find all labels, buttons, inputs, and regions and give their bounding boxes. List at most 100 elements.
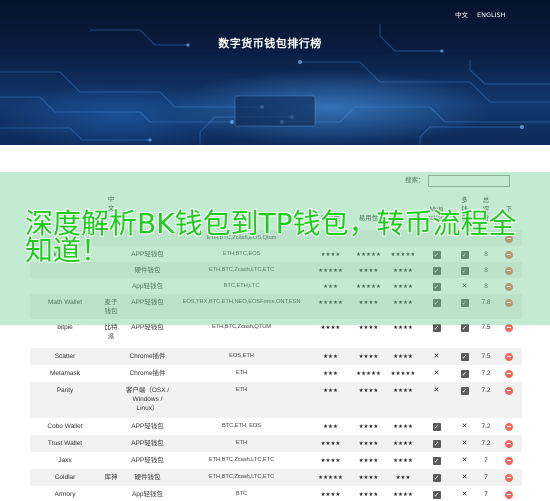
download-cell xyxy=(496,452,522,469)
rating-3: ★★★★ xyxy=(393,441,413,447)
cross-icon: ✕ xyxy=(461,490,468,498)
wallet-chinese-name-cell: 库神 xyxy=(100,469,122,486)
lang-switch-chinese[interactable]: 中文 xyxy=(455,11,468,19)
download-icon[interactable] xyxy=(505,422,513,431)
wallet-type-cell: APP轻钱包 xyxy=(122,452,173,469)
rating-3: ★★★★ xyxy=(393,492,413,498)
wallet-type-cell: Chrome插件 xyxy=(122,348,173,365)
download-icon[interactable] xyxy=(505,456,513,465)
supported-coins-cell: ETH,BTC,Zcash,LTC,ETC xyxy=(173,469,310,486)
wallet-type: APP轻钱包 xyxy=(131,423,164,430)
cross-icon: ✕ xyxy=(461,456,468,464)
cross-icon: ✕ xyxy=(461,439,468,447)
security-rating: ★★★ xyxy=(323,388,338,394)
wallet-name: Coldlar xyxy=(54,474,76,481)
supported-coins: BTC xyxy=(235,491,248,497)
promo-headline-line: 知道！ xyxy=(25,234,110,267)
rating-3-cell: ★★★★ xyxy=(386,452,420,469)
rating-3: ★★★★ xyxy=(393,388,413,394)
security-rating: ★★★★ xyxy=(320,441,341,447)
multi-wallet-cell: ✕ xyxy=(453,486,476,501)
supported-coins: ETH xyxy=(235,370,248,376)
download-cell xyxy=(496,348,522,365)
supported-coins-cell: BTC,ETH, EOS xyxy=(173,418,310,435)
supported-coins-cell: BTC xyxy=(173,486,310,501)
lang-switch-english[interactable]: ENGLISH xyxy=(477,11,506,19)
wallet-name-cell: Trust Wallet xyxy=(30,435,100,452)
usability-rating-cell: ★★★★ xyxy=(351,469,386,486)
total-score-cell: 7 xyxy=(476,469,496,486)
multi-token-cell: ✕ xyxy=(420,348,453,365)
security-rating-cell: ★★★ xyxy=(310,382,351,418)
supported-coins: ETH xyxy=(235,387,248,393)
wallet-type-cell: 客户端（OSX / Windows / Linux） xyxy=(122,382,173,418)
multi-wallet-cell: ✓ xyxy=(453,382,476,418)
multi-token-cell: ✓ xyxy=(420,469,453,486)
download-icon[interactable] xyxy=(505,369,513,378)
usability-rating: ★★★★★ xyxy=(356,371,381,377)
supported-coins: ETH xyxy=(235,440,248,446)
wallet-type: 硬件钱包 xyxy=(134,474,161,481)
rating-3: ★★★ xyxy=(395,475,411,481)
usability-rating-cell: ★★★★ xyxy=(351,452,386,469)
multi-token-cell: ✕ xyxy=(420,365,453,382)
hero-banner: 中文 ENGLISH 数字货币钱包排行榜 xyxy=(0,0,550,145)
wallet-type-cell: App轻钱包 xyxy=(122,486,173,501)
security-rating-cell: ★★★★ xyxy=(310,435,351,452)
download-icon[interactable] xyxy=(505,490,513,499)
wallet-name: bitpie xyxy=(57,324,73,331)
promo-headline-line: 深度解析BK钱包到TP钱包，转币流程全 xyxy=(25,207,517,240)
wallet-name: Parity xyxy=(56,387,74,394)
rating-3: ★★★★ xyxy=(393,424,413,430)
wallet-name-cell: Scatter xyxy=(30,348,100,365)
wallet-name: Trust Wallet xyxy=(47,440,83,447)
wallet-type: APP轻钱包 xyxy=(131,457,164,464)
wallet-chinese-name-cell xyxy=(100,365,122,382)
cross-icon: ✕ xyxy=(461,473,468,481)
security-rating: ★★★★★ xyxy=(318,475,343,481)
security-rating-cell: ★★★★ xyxy=(310,452,351,469)
wallet-name-cell: Parity xyxy=(30,382,100,418)
table-row: Coldlar 库神 硬件钱包 ETH,BTC,Zcash,LTC,ETC ★★★★★ ★… xyxy=(30,469,522,486)
download-icon[interactable] xyxy=(505,352,513,361)
download-icon[interactable] xyxy=(505,439,513,448)
wallet-chinese-name-cell xyxy=(100,418,122,435)
promo-overlay-band: 深度解析BK钱包到TP钱包，转币流程全 知道！ xyxy=(0,172,550,325)
wallet-chinese-name-cell xyxy=(100,382,122,418)
usability-rating-cell: ★★★★ xyxy=(351,348,386,365)
wallet-name: Jaxx xyxy=(58,457,72,464)
supported-coins: EOS,ETH xyxy=(229,353,254,359)
download-icon[interactable] xyxy=(505,473,513,482)
supported-coins-cell: ETH xyxy=(173,382,310,418)
multi-token-cell: ✓ xyxy=(420,486,453,501)
download-cell xyxy=(496,382,522,418)
download-icon[interactable] xyxy=(505,386,513,395)
usability-rating-cell: ★★★★ xyxy=(351,382,386,418)
total-score: 7 xyxy=(484,474,488,481)
rating-3-cell: ★★★★ xyxy=(386,382,420,418)
page-title: 数字货币钱包排行榜 xyxy=(218,37,322,50)
rating-3-cell: ★★★★ xyxy=(386,435,420,452)
wallet-name-cell: Coldlar xyxy=(30,469,100,486)
total-score: 7 xyxy=(484,491,488,498)
wallet-name: Armory xyxy=(54,491,76,498)
security-rating-cell: ★★★ xyxy=(310,348,351,365)
cross-icon: ✕ xyxy=(433,352,440,360)
wallet-name-cell: Armory xyxy=(30,486,100,501)
promo-headline: 深度解析BK钱包到TP钱包，转币流程全 知道！ xyxy=(25,207,517,267)
multi-wallet-cell: ✕ xyxy=(453,469,476,486)
security-rating: ★★★★ xyxy=(320,492,341,498)
check-icon: ✓ xyxy=(432,473,441,482)
wallet-type: 客户端（OSX / Windows / Linux） xyxy=(125,387,170,412)
wallet-type: APP轻钱包 xyxy=(131,440,164,447)
total-score: 7.5 xyxy=(481,324,491,331)
wallet-type-cell: 硬件钱包 xyxy=(122,469,173,486)
supported-coins: ETH,BTC,Zcash,LTC,ETC xyxy=(208,474,275,480)
check-icon: ✓ xyxy=(432,439,441,448)
wallet-name: Metamask xyxy=(50,370,80,377)
usability-rating: ★★★★ xyxy=(358,458,379,464)
wallet-chinese-name: 比特派 xyxy=(104,324,118,340)
check-icon: ✓ xyxy=(432,456,441,465)
multi-wallet-cell: ✓ xyxy=(453,365,476,382)
usability-rating-cell: ★★★★★ xyxy=(351,365,386,382)
